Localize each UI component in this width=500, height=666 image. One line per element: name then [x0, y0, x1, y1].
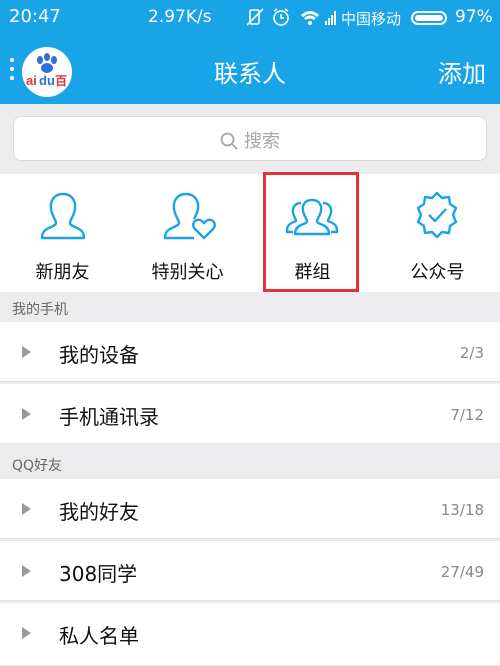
section-header-qq-friends: QQ好友 — [0, 448, 500, 478]
alarm-icon — [273, 8, 289, 26]
list-item-name: 私人名单 — [59, 624, 139, 648]
section-header-my-phone: 我的手机 — [0, 292, 500, 322]
special-care-label: 特别关心 — [151, 262, 224, 283]
add-button[interactable]: 添加 — [438, 54, 486, 89]
status-bar: 20:47 2.97K/s 中国移动 97% — [0, 0, 500, 34]
search-input[interactable]: 搜索 — [13, 116, 487, 161]
chevron-right-icon — [22, 346, 31, 358]
groups-button[interactable]: 群组 — [250, 174, 375, 292]
chevron-right-icon — [22, 565, 31, 577]
official-accounts-button[interactable]: 公众号 — [375, 174, 500, 292]
list-item-name: 我的设备 — [59, 343, 139, 367]
clock: 20:47 — [9, 6, 61, 27]
svg-text:路由器之家: 路由器之家 — [388, 632, 499, 658]
battery-percent: 97% — [455, 7, 493, 27]
top-nav-bar: ai du 百 联系人 添加 — [0, 34, 500, 104]
search-placeholder: 搜索 — [244, 131, 280, 152]
person-heart-icon — [164, 192, 216, 240]
watermark-logo: 路由器之家 — [388, 632, 500, 659]
new-friends-button[interactable]: 新朋友 — [0, 174, 125, 292]
groups-label: 群组 — [294, 262, 331, 283]
special-care-button[interactable]: 特别关心 — [125, 174, 250, 292]
quick-actions: 新朋友 特别关心 群组 公众号 — [0, 174, 500, 292]
status-icons — [247, 8, 336, 26]
list-item-count: 13/18 — [440, 501, 484, 519]
list-item-count: 2/3 — [459, 344, 484, 362]
search-area: 搜索 — [0, 104, 500, 174]
list-item[interactable]: 手机通讯录 7/12 — [0, 384, 500, 444]
person-icon — [40, 192, 86, 240]
list-item-count: 27/49 — [440, 563, 484, 581]
list-item-name: 308同学 — [59, 562, 138, 586]
new-friends-label: 新朋友 — [35, 262, 90, 283]
official-accounts-label: 公众号 — [410, 262, 465, 283]
chevron-right-icon — [22, 627, 31, 639]
signal-icon — [325, 11, 336, 25]
network-speed: 2.97K/s — [148, 7, 212, 27]
list-item-name: 我的好友 — [59, 500, 139, 524]
vibrate-off-icon — [247, 8, 264, 26]
carrier-name: 中国移动 — [341, 10, 402, 28]
search-icon — [220, 132, 238, 150]
list-item[interactable]: 我的设备 2/3 — [0, 322, 500, 382]
list-item[interactable]: 我的好友 13/18 — [0, 479, 500, 539]
battery-icon — [411, 11, 447, 25]
list-item-name: 手机通讯录 — [59, 405, 159, 429]
verified-badge-icon — [416, 191, 458, 239]
group-icon — [286, 198, 338, 236]
list-item-count: 7/12 — [450, 406, 484, 424]
wifi-icon — [301, 11, 319, 25]
page-title: 联系人 — [214, 60, 286, 88]
chevron-right-icon — [22, 408, 31, 420]
chevron-right-icon — [22, 503, 31, 515]
list-item[interactable]: 308同学 27/49 — [0, 541, 500, 601]
